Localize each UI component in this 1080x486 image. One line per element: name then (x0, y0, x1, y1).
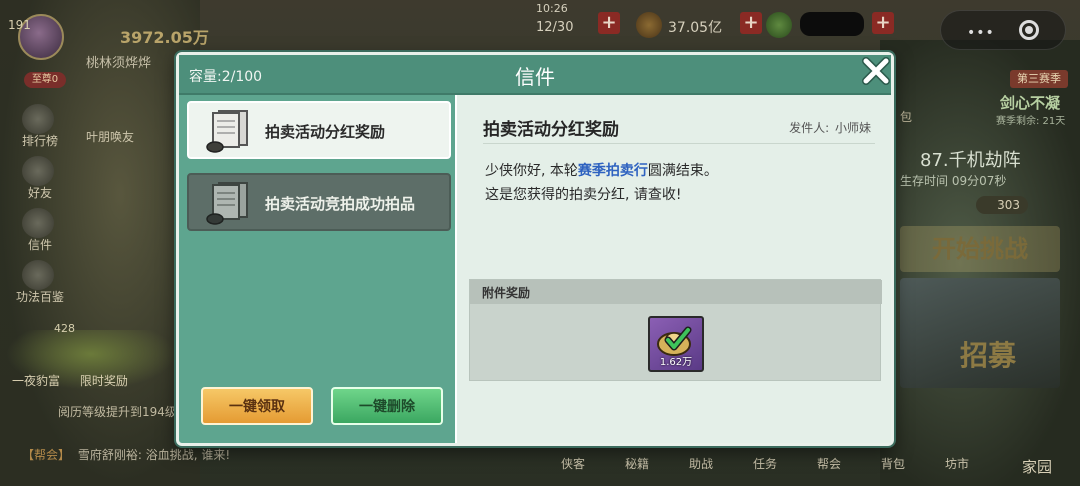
collect-all-button[interactable]: 一键领取 (201, 387, 313, 425)
close-miniprogram-icon[interactable] (1019, 20, 1039, 40)
rank-badge: 至尊0 (24, 72, 66, 88)
gold-amount: 3972.05万 (120, 28, 209, 47)
season-badge: 第三赛季 (1010, 70, 1068, 88)
attachments-header: 附件奖励 (470, 280, 882, 304)
mail-list: 拍卖活动分红奖励 拍卖活动竞拍成功拍品 (187, 101, 451, 431)
mail-detail-subject: 拍卖活动分红奖励 (483, 120, 619, 140)
event-label-limited[interactable]: 限时奖励 (80, 374, 128, 388)
divider (483, 143, 875, 144)
nav-guild[interactable]: 帮会 (817, 455, 841, 472)
delete-all-button[interactable]: 一键删除 (331, 387, 443, 425)
nav-tasks[interactable]: 任务 (753, 455, 777, 472)
add-jade-button[interactable]: + (872, 12, 894, 34)
sender-label: 发件人: (789, 121, 830, 135)
nav-market[interactable]: 坊市 (945, 455, 969, 472)
side-item-skills[interactable]: 功法百鉴 (14, 260, 74, 312)
redacted-currency (800, 12, 864, 36)
side-item-ranking[interactable]: 排行榜 (14, 104, 74, 156)
event-labels: 一夜豹富 限时奖励 (12, 372, 144, 389)
mail-item-selected[interactable]: 拍卖活动分红奖励 (187, 101, 451, 159)
close-icon (862, 57, 890, 85)
event-count: 428 (54, 322, 75, 335)
miniprogram-capsule[interactable]: ••• (940, 10, 1066, 50)
mail-body-line-2: 这是您获得的拍卖分红, 请查收! (485, 187, 682, 203)
mail-dialog: 容量:2/100 信件 拍卖活动分红奖励 拍卖活动竞拍成功拍品 一键领取 一键删… (176, 52, 894, 446)
player-level: 191 (8, 18, 31, 32)
reward-item[interactable]: 1.62万 (648, 316, 704, 372)
side-item-label: 排行榜 (21, 134, 58, 148)
player-name: 桃林须烨烨 (86, 56, 152, 71)
dialog-header: 容量:2/100 信件 (179, 55, 891, 95)
nav-secret-books[interactable]: 秘籍 (625, 455, 649, 472)
top-hud: 191 3972.05万 10:26 12/30 + 37.05亿 + + ••… (0, 0, 1080, 60)
mail-body-line-1: 少侠你好, 本轮赛季拍卖行圆满结束。 (485, 159, 875, 183)
ranking-icon (22, 104, 54, 134)
start-challenge-button[interactable]: 开始挑战 (900, 226, 1060, 272)
body-link-auction[interactable]: 赛季拍卖行 (578, 163, 648, 179)
mail-item[interactable]: 拍卖活动竞拍成功拍品 (187, 173, 451, 231)
chat-ticker[interactable]: 【帮会】 雪府舒刚裕: 浴血挑战, 谁来! (22, 446, 282, 468)
friends-icon (22, 156, 54, 186)
attachments-box: 附件奖励 1.62万 (469, 279, 882, 381)
side-item-label: 功法百鉴 (15, 290, 64, 304)
season-title[interactable]: 剑心不凝 (1000, 92, 1060, 113)
attachments-label: 附件奖励 (482, 286, 531, 300)
recruit-button[interactable]: 招募 (960, 334, 1016, 374)
body-text-suffix: 圆满结束。 (647, 163, 718, 179)
bottom-nav: 侠客 秘籍 助战 任务 帮会 背包 坊市 (545, 452, 995, 476)
letter-scroll-icon (206, 182, 248, 225)
side-item-friends[interactable]: 好友 (14, 156, 74, 208)
body-text-prefix: 少侠你好, 本轮 (485, 163, 578, 179)
reward-amount: 1.62万 (659, 357, 693, 368)
mail-subject: 拍卖活动竞拍成功拍品 (265, 195, 416, 213)
side-menu: 排行榜 好友 信件 功法百鉴 (14, 104, 74, 312)
copper-coin-icon (636, 12, 662, 38)
mail-content: 拍卖活动分红奖励 发件人: 小师妹 少侠你好, 本轮赛季拍卖行圆满结束。 这是您… (455, 95, 891, 443)
add-copper-button[interactable]: + (740, 12, 762, 34)
clock: 10:26 (536, 2, 568, 15)
letter-scroll-icon (206, 110, 248, 153)
event-label-rich[interactable]: 一夜豹富 (12, 374, 60, 388)
sender-name: 小师妹 (834, 121, 871, 135)
stage-title: 87.千机劫阵 (920, 150, 1021, 171)
mail-icon (22, 208, 54, 238)
more-menu-icon[interactable]: ••• (967, 25, 995, 41)
copper-amount: 37.05亿 (668, 20, 723, 36)
nav-bag[interactable]: 背包 (881, 455, 905, 472)
home-button[interactable]: 家园 (1022, 456, 1052, 477)
side-item-mail[interactable]: 信件 (14, 208, 74, 260)
side-item-invite[interactable]: 叶朋唤友 (84, 104, 144, 156)
bag-label: 包 (900, 110, 913, 124)
chat-message: 雪府舒刚裕: 浴血挑战, 谁来! (77, 448, 231, 462)
side-item-label: 叶朋唤友 (85, 130, 134, 144)
dialog-title: 信件 (515, 65, 555, 89)
book-icon (22, 260, 54, 290)
mail-sender: 发件人: 小师妹 (789, 119, 871, 136)
side-item-label: 好友 (27, 186, 52, 200)
stage-power: 303 (976, 196, 1028, 214)
side-menu-extra: 叶朋唤友 (84, 104, 144, 156)
nav-assist[interactable]: 助战 (689, 455, 713, 472)
jade-icon (766, 12, 792, 38)
stamina-count: 12/30 (536, 20, 574, 35)
mail-subject: 拍卖活动分红奖励 (265, 123, 386, 141)
stage-survival-time: 生存时间 09分07秒 (900, 174, 1007, 188)
mail-body: 少侠你好, 本轮赛季拍卖行圆满结束。 这是您获得的拍卖分红, 请查收! (485, 159, 875, 207)
add-stamina-button[interactable]: + (598, 12, 620, 34)
side-item-label: 信件 (27, 238, 52, 252)
chat-channel: 【帮会】 (22, 448, 71, 462)
season-remaining: 赛季剩余: 21天 (996, 116, 1066, 127)
progress-hint[interactable]: 阅历等级提升到194级 (58, 403, 177, 420)
close-button[interactable] (858, 53, 894, 89)
nav-heroes[interactable]: 侠客 (561, 455, 585, 472)
